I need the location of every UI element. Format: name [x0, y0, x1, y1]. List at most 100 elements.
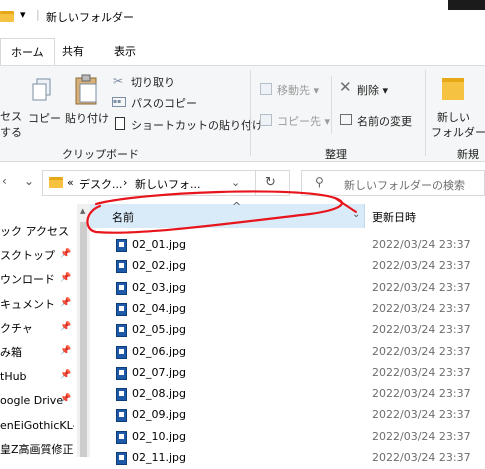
paste-shortcut-icon	[115, 117, 125, 130]
table-row[interactable]: 02_07.jpg 2022/03/24 23:37	[90, 363, 485, 384]
copy-button-icon-wrap[interactable]	[32, 78, 52, 102]
nav-item-label: ック アクセス	[0, 225, 69, 238]
nav-item-label: enEiGothicKL-	[0, 418, 74, 432]
paste-shortcut-button[interactable]: ショートカットの貼り付け	[131, 117, 263, 133]
copy-to-icon	[260, 114, 272, 126]
pin-icon[interactable]: 📌	[60, 370, 71, 380]
pin-icon[interactable]: 📌	[60, 298, 71, 308]
address-divider	[255, 171, 256, 195]
pin-icon[interactable]: 📌	[60, 273, 71, 283]
table-row[interactable]: 02_01.jpg 2022/03/24 23:37	[90, 235, 485, 256]
file-date: 2022/03/24 23:37	[372, 429, 471, 443]
copy-button[interactable]: コピー	[28, 110, 61, 126]
image-file-icon	[116, 239, 127, 252]
chevron-down-icon: ▾	[313, 84, 320, 97]
nav-item[interactable]: enEiGothicKL-	[0, 414, 74, 438]
scroll-up-icon[interactable]: ▲	[80, 207, 85, 215]
column-header-date[interactable]: 更新日時	[372, 209, 416, 225]
table-row[interactable]: 02_05.jpg 2022/03/24 23:37	[90, 320, 485, 341]
chevron-down-icon[interactable]: ⌄	[24, 174, 34, 188]
copy-to-button[interactable]: コピー先 ▾	[277, 113, 330, 129]
breadcrumb-new-folder[interactable]: 新しいフォ...	[135, 176, 201, 192]
table-row[interactable]: 02_10.jpg 2022/03/24 23:37	[90, 427, 485, 448]
nav-scrollbar-thumb[interactable]	[80, 222, 87, 457]
organize-group-label: 整理	[325, 148, 347, 161]
folder-icon	[49, 177, 63, 188]
new-folder-button[interactable]: 新しい	[437, 109, 470, 125]
new-folder-icon[interactable]	[442, 78, 464, 100]
table-row[interactable]: 02_08.jpg 2022/03/24 23:37	[90, 384, 485, 405]
image-file-icon	[116, 409, 127, 423]
table-row[interactable]: 02_03.jpg 2022/03/24 23:37	[90, 278, 485, 299]
table-row[interactable]: 02_06.jpg 2022/03/24 23:37	[90, 342, 485, 363]
image-file-icon	[116, 366, 127, 380]
table-row[interactable]: 02_04.jpg 2022/03/24 23:37	[90, 299, 485, 320]
column-header: 名前 ^ ⌄ 更新日時	[90, 200, 485, 228]
file-date: 2022/03/24 23:37	[372, 238, 471, 251]
tab-share[interactable]: 共有	[52, 38, 94, 66]
image-file-icon	[116, 345, 127, 359]
chevron-down-icon[interactable]: ⌄	[352, 209, 360, 220]
pin-icon[interactable]: 📌	[60, 249, 71, 259]
chevron-down-icon: ▾	[324, 115, 331, 128]
delete-button[interactable]: 削除 ▾	[357, 82, 388, 98]
pin-icon[interactable]: 📌	[60, 346, 71, 356]
nav-item-label: クチャ	[0, 321, 33, 335]
file-date: 2022/03/24 23:37	[372, 301, 471, 315]
table-row[interactable]: 02_02.jpg 2022/03/24 23:37	[90, 256, 485, 277]
nav-item-label: ウンロード	[0, 273, 55, 287]
table-row[interactable]: 02_11.jpg 2022/03/24 23:37	[90, 448, 485, 469]
image-file-icon	[116, 388, 127, 402]
search-input[interactable]: 新しいフォルダーの検索	[344, 177, 465, 193]
search-icon: ⚲	[315, 175, 324, 189]
tab-view[interactable]: 表示	[104, 38, 146, 66]
breadcrumb-overflow[interactable]: «	[67, 176, 74, 189]
nav-item[interactable]: 皇Z高画質修正	[0, 438, 74, 462]
file-date: 2022/03/24 23:37	[372, 344, 471, 358]
copy-path-button[interactable]: パスのコピー	[131, 95, 197, 111]
pin-icon[interactable]: 📌	[60, 394, 71, 404]
file-name: 02_07.jpg	[132, 365, 187, 379]
breadcrumb-separator[interactable]: ›	[123, 176, 127, 189]
pin-icon[interactable]: 📌	[60, 322, 71, 332]
chevron-left-icon[interactable]: ‹	[2, 174, 7, 188]
move-to-label: 移動先	[277, 84, 310, 97]
group-divider	[425, 70, 426, 156]
rename-icon	[340, 114, 352, 125]
breadcrumb-desktop[interactable]: デスク...	[79, 176, 123, 192]
tab-home[interactable]: ホーム	[0, 38, 55, 66]
paste-button[interactable]: 貼り付け	[65, 110, 109, 126]
move-to-button[interactable]: 移動先 ▾	[277, 82, 319, 98]
search-box[interactable]: ⚲ 新しいフォルダーの検索	[301, 170, 485, 196]
copy-icon	[32, 78, 51, 101]
column-header-name[interactable]: 名前 ^ ⌄	[90, 200, 365, 228]
chevron-down-icon[interactable]: ⌄	[231, 176, 240, 189]
new-folder-button-line2[interactable]: フォルダー	[431, 124, 485, 140]
cut-button[interactable]: 切り取り	[131, 74, 175, 90]
file-name: 02_05.jpg	[132, 323, 187, 337]
ribbon: セス する コピー 貼り付け ✂ 切り取り ▪▪ パスのコピー ショートカットの…	[0, 65, 485, 162]
table-row[interactable]: 02_09.jpg 2022/03/24 23:37	[90, 405, 485, 426]
nav-item[interactable]: ック アクセス	[0, 220, 74, 244]
file-name: 02_10.jpg	[132, 429, 187, 443]
copy-path-icon: ▪▪	[112, 97, 126, 107]
refresh-icon[interactable]: ↻	[265, 175, 276, 190]
paste-button-icon-wrap[interactable]	[74, 74, 100, 106]
nav-item-label: スクトップ	[0, 249, 55, 263]
move-to-icon	[260, 83, 272, 95]
copy-to-label: コピー先	[277, 115, 321, 128]
quick-access-dropdown-icon[interactable]: ▾	[20, 8, 26, 21]
window-title: 新しいフォルダー	[46, 11, 134, 24]
paste-icon	[75, 74, 97, 105]
quick-access-label-partial-2[interactable]: する	[0, 124, 22, 140]
chevron-down-icon: ▾	[382, 84, 389, 97]
file-date: 2022/03/24 23:37	[372, 365, 471, 379]
delete-icon: ✕	[339, 78, 352, 96]
file-name: 02_09.jpg	[132, 408, 187, 422]
title-bar: ▾ | 新しいフォルダー	[0, 0, 485, 32]
quick-access-label-partial[interactable]: セス	[0, 108, 22, 124]
image-file-icon	[116, 452, 127, 465]
nav-item-label: み箱	[0, 346, 22, 359]
rename-button[interactable]: 名前の変更	[357, 113, 412, 129]
address-bar[interactable]: « デスク... › 新しいフォ... ⌄ ↻	[42, 170, 290, 196]
